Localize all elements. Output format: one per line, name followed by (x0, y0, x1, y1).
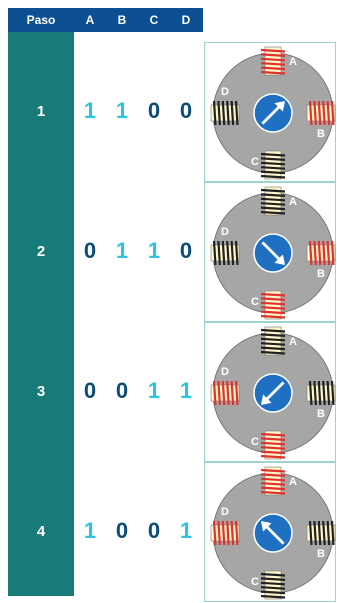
step-number: 4 (36, 523, 46, 540)
stepper-motor-icon: A B C D (210, 46, 336, 180)
motor-diagram: A B C D (204, 42, 336, 182)
coil-label-b: B (317, 128, 325, 140)
stepper-motor-icon: A B C D (210, 466, 336, 600)
coil-label-a: A (289, 336, 297, 348)
motor-diagram: A B C D (204, 182, 336, 322)
coil-label-c: C (251, 576, 259, 588)
header-paso: Paso (26, 13, 56, 27)
coil-label-d: D (221, 366, 229, 378)
step-number: 1 (36, 103, 46, 120)
step-number: 2 (36, 243, 46, 260)
coil-label-a: A (289, 476, 297, 488)
coil-state-d: 1 (179, 378, 193, 403)
coil-label-c: C (251, 436, 259, 448)
coil-state-a: 1 (83, 98, 97, 123)
coil-label-b: B (317, 408, 325, 420)
motor-diagram: A B C D (204, 462, 336, 602)
motor-diagram: A B C D (204, 322, 336, 462)
coil-state-b: 0 (115, 518, 129, 543)
coil-label-c: C (251, 296, 259, 308)
coil-state-a: 1 (83, 518, 97, 543)
coil-state-b: 1 (115, 238, 129, 263)
coil-label-a: A (289, 56, 297, 68)
coil-label-d: D (221, 226, 229, 238)
coil-label-a: A (289, 196, 297, 208)
step-number: 3 (36, 383, 46, 400)
coil-label-b: B (317, 268, 325, 280)
coil-state-b: 0 (115, 378, 129, 403)
header-col-a: A (85, 13, 95, 27)
coil-state-a: 0 (83, 378, 97, 403)
coil-label-d: D (221, 506, 229, 518)
header-col-b: B (117, 13, 127, 27)
coil-label-c: C (251, 156, 259, 168)
stepper-motor-icon: A B C D (210, 326, 336, 460)
coil-state-c: 0 (147, 98, 161, 123)
coil-state-d: 1 (179, 518, 193, 543)
coil-label-d: D (221, 86, 229, 98)
stepper-motor-icon: A B C D (210, 186, 336, 320)
coil-state-c: 1 (147, 238, 161, 263)
coil-state-c: 1 (147, 378, 161, 403)
header-col-d: D (181, 13, 191, 27)
table-header: Paso A B C D (8, 8, 203, 32)
coil-state-a: 0 (83, 238, 97, 263)
coil-state-c: 0 (147, 518, 161, 543)
coil-state-d: 0 (179, 98, 193, 123)
coil-label-b: B (317, 548, 325, 560)
header-col-c: C (149, 13, 159, 27)
coil-state-b: 1 (115, 98, 129, 123)
coil-state-d: 0 (179, 238, 193, 263)
